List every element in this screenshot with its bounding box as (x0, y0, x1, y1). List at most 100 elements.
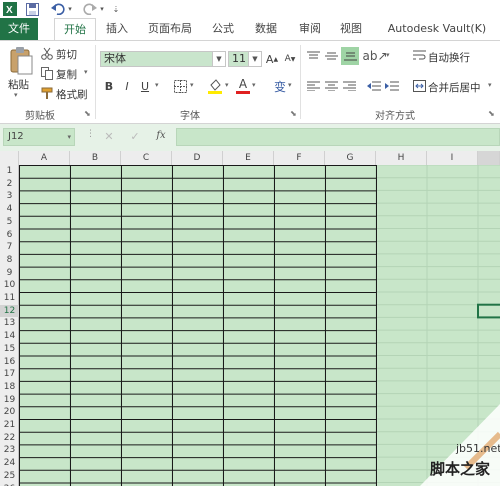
row-header[interactable]: 21 (0, 419, 19, 432)
row-header[interactable]: 10 (0, 279, 19, 292)
row-header[interactable]: 12 (0, 304, 19, 318)
increase-font-icon[interactable]: A ▲ (264, 51, 280, 67)
tab-home[interactable]: 开始 (54, 18, 96, 40)
chevron-down-icon[interactable]: ▼ (212, 52, 225, 66)
row-header[interactable]: 14 (0, 330, 19, 343)
underline-dropdown-icon[interactable]: ▾ (155, 81, 159, 89)
tab-insert[interactable]: 插入 (98, 18, 136, 40)
format-painter-button[interactable]: 格式刷 (56, 87, 88, 102)
save-icon[interactable] (24, 1, 40, 17)
fill-color-icon[interactable] (207, 78, 223, 94)
cancel-icon[interactable]: ✕ (102, 130, 116, 144)
merge-dropdown-icon[interactable]: ▾ (488, 81, 492, 89)
undo-dropdown-icon[interactable]: ▾ (66, 1, 74, 17)
column-header[interactable]: F (274, 151, 325, 165)
row-header[interactable]: 20 (0, 406, 19, 419)
row-header[interactable]: 6 (0, 229, 19, 242)
copy-icon[interactable] (40, 66, 54, 80)
customize-icon[interactable]: ⇣ (112, 1, 120, 17)
row-header[interactable]: 18 (0, 381, 19, 394)
chevron-down-icon[interactable]: ▾ (67, 129, 71, 145)
alignment-launcher-icon[interactable]: ⬊ (488, 109, 495, 118)
select-all-corner[interactable] (0, 151, 19, 165)
clipboard-launcher-icon[interactable]: ⬊ (84, 109, 91, 118)
italic-button[interactable]: I (120, 79, 134, 93)
undo-icon[interactable] (50, 1, 66, 17)
column-header[interactable]: A (19, 151, 70, 165)
tab-formulas[interactable]: 公式 (203, 18, 243, 40)
row-header[interactable]: 4 (0, 203, 19, 216)
font-color-icon[interactable]: A (236, 77, 250, 95)
phonetic-dropdown-icon[interactable]: ▾ (288, 81, 292, 89)
row-header[interactable]: 24 (0, 457, 19, 470)
align-center-icon[interactable] (323, 79, 339, 93)
name-box[interactable]: J12 ▾ (3, 128, 75, 146)
row-header[interactable]: 17 (0, 368, 19, 381)
row-header[interactable]: 11 (0, 292, 19, 305)
tab-data[interactable]: 数据 (246, 18, 286, 40)
merge-center-icon[interactable] (412, 79, 426, 93)
row-header[interactable]: 5 (0, 216, 19, 229)
font-size-combo[interactable]: 11 ▼ (228, 51, 262, 67)
row-header[interactable]: 22 (0, 432, 19, 445)
row-header[interactable]: 23 (0, 444, 19, 457)
insert-function-icon[interactable]: fx (153, 130, 169, 144)
borders-dropdown-icon[interactable]: ▾ (190, 81, 194, 89)
paste-icon[interactable] (6, 45, 36, 77)
tab-page-layout[interactable]: 页面布局 (140, 18, 200, 40)
column-header[interactable]: C (121, 151, 172, 165)
underline-button[interactable]: U (138, 79, 152, 93)
bold-button[interactable]: B (102, 79, 116, 93)
format-painter-icon[interactable] (40, 86, 54, 100)
column-header[interactable]: I (427, 151, 478, 165)
middle-align-icon[interactable] (323, 49, 339, 63)
row-header[interactable]: 7 (0, 241, 19, 254)
decrease-font-icon[interactable]: A ▼ (282, 51, 298, 67)
font-color-dropdown-icon[interactable]: ▾ (252, 81, 256, 89)
row-header[interactable]: 2 (0, 178, 19, 191)
row-header[interactable]: 8 (0, 254, 19, 267)
orientation-dropdown-icon[interactable]: ▾ (386, 51, 390, 59)
bottom-align-icon[interactable] (341, 47, 359, 65)
column-header[interactable]: D (172, 151, 223, 165)
decrease-indent-icon[interactable] (366, 79, 382, 93)
copy-button[interactable]: 复制 (56, 67, 77, 82)
row-header[interactable]: 15 (0, 343, 19, 356)
tab-autodesk-vault[interactable]: Autodesk Vault(K) (376, 18, 498, 40)
column-header-active[interactable] (478, 151, 500, 165)
orientation-icon[interactable]: ab↗ (362, 48, 387, 64)
redo-icon[interactable] (82, 1, 98, 17)
enter-icon[interactable]: ✓ (128, 130, 142, 144)
formula-input[interactable] (176, 128, 500, 146)
row-header[interactable]: 9 (0, 267, 19, 280)
top-align-icon[interactable] (305, 49, 321, 63)
row-header[interactable]: 26 (0, 483, 19, 487)
row-header[interactable]: 19 (0, 394, 19, 407)
row-header[interactable]: 25 (0, 470, 19, 483)
column-header[interactable]: B (70, 151, 121, 165)
column-header[interactable]: G (325, 151, 376, 165)
borders-icon[interactable] (172, 78, 188, 94)
wrap-text-icon[interactable] (412, 49, 426, 63)
font-name-combo[interactable]: 宋体 ▼ (100, 51, 226, 67)
row-header[interactable]: 1 (0, 165, 19, 178)
cut-button[interactable]: 剪切 (56, 47, 77, 62)
paste-button[interactable]: 粘贴 (8, 77, 29, 92)
copy-dropdown-icon[interactable]: ▾ (84, 68, 88, 76)
column-header[interactable]: H (376, 151, 427, 165)
row-header[interactable]: 16 (0, 356, 19, 369)
phonetic-guide-icon[interactable]: 变 (272, 78, 288, 94)
redo-dropdown-icon[interactable]: ▾ (98, 1, 106, 17)
wrap-text-button[interactable]: 自动换行 (428, 50, 470, 65)
align-left-icon[interactable] (305, 79, 321, 93)
row-header[interactable]: 3 (0, 190, 19, 203)
tab-review[interactable]: 审阅 (290, 18, 330, 40)
increase-indent-icon[interactable] (384, 79, 400, 93)
chevron-down-icon[interactable]: ▼ (248, 52, 261, 66)
tab-file[interactable]: 文件 (0, 18, 38, 40)
paste-dropdown-icon[interactable]: ▾ (14, 91, 18, 99)
font-launcher-icon[interactable]: ⬊ (290, 109, 297, 118)
merge-center-button[interactable]: 合并后居中 (428, 80, 481, 95)
fill-color-dropdown-icon[interactable]: ▾ (225, 81, 229, 89)
column-header[interactable]: E (223, 151, 274, 165)
